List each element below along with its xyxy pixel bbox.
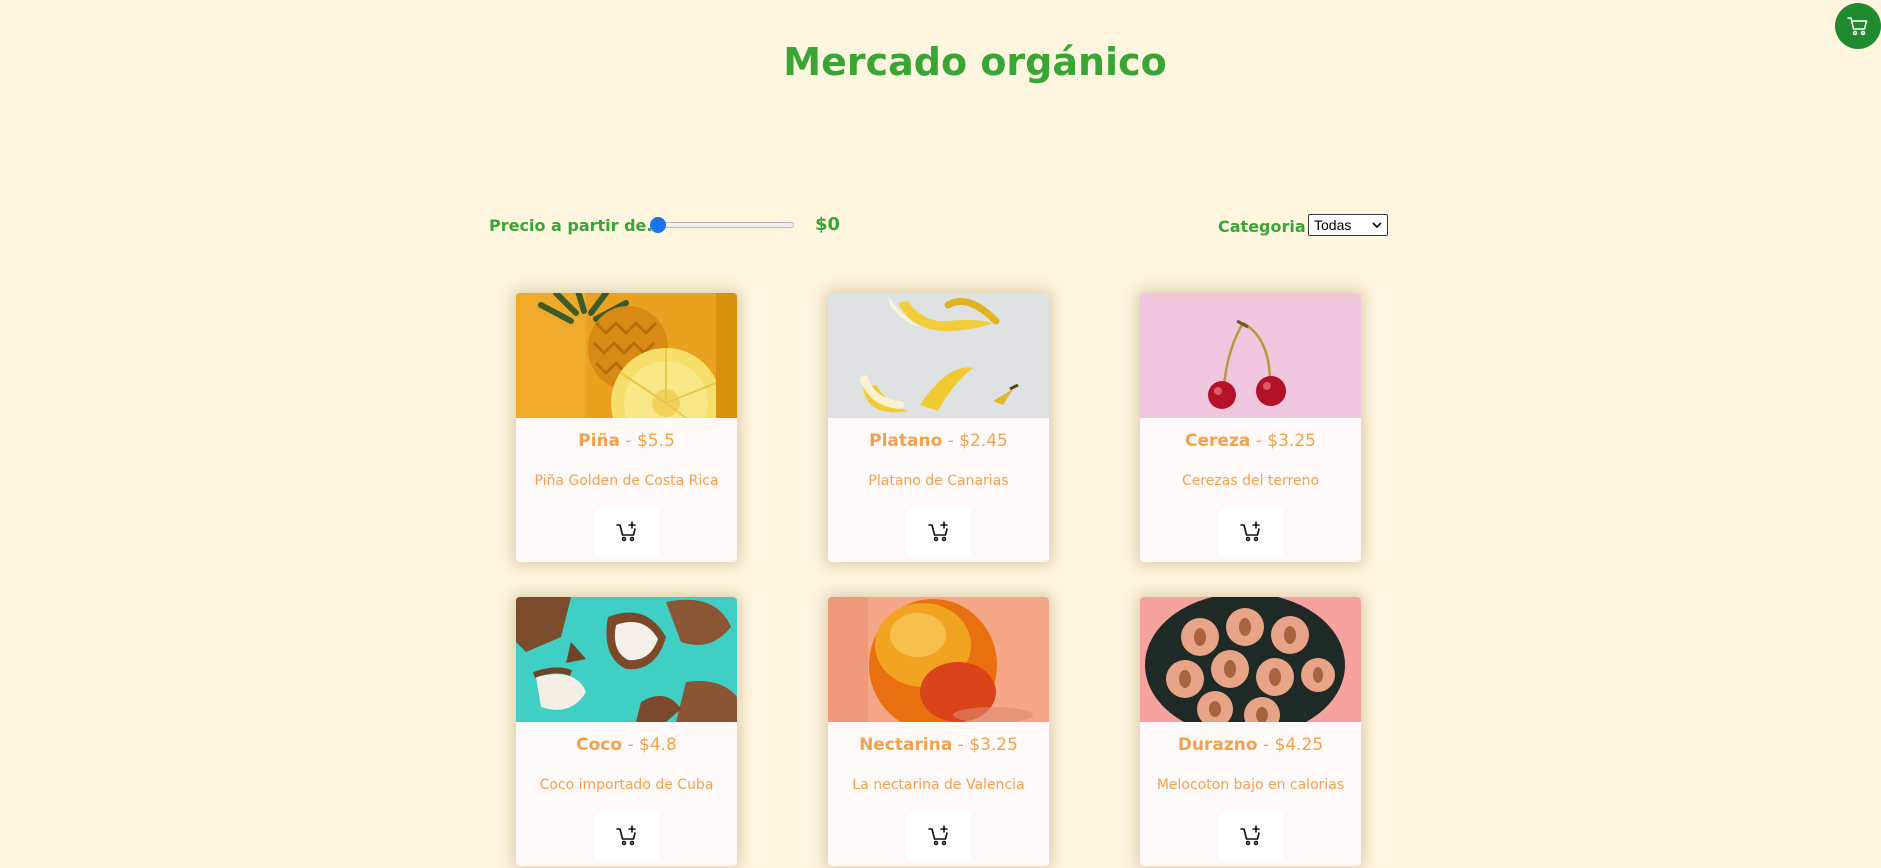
add-to-cart-button[interactable] [907, 508, 971, 556]
price-filter-label: Precio a partir de... [489, 216, 665, 235]
product-card: Cereza - $3.25 Cerezas del terreno [1140, 293, 1361, 562]
peach-image [1140, 597, 1361, 722]
price-separator: - [622, 735, 639, 755]
product-title: Piña - $5.5 [516, 431, 737, 451]
product-description: Piña Golden de Costa Rica [534, 473, 719, 489]
product-card: Piña - $5.5 Piña Golden de Costa Rica [516, 293, 737, 562]
product-name: Nectarina [859, 735, 953, 755]
cart-icon [1847, 17, 1868, 36]
add-to-cart-icon [616, 825, 636, 846]
banana-image [828, 293, 1049, 418]
price-separator: - [1250, 431, 1268, 451]
product-card: Nectarina - $3.25 La nectarina de Valenc… [828, 597, 1049, 866]
product-price: $4.8 [639, 735, 677, 755]
product-name: Piña [578, 431, 621, 451]
product-title: Nectarina - $3.25 [828, 735, 1049, 755]
add-to-cart-button[interactable] [595, 812, 659, 860]
price-separator: - [620, 431, 637, 451]
slider-thumb[interactable] [650, 217, 666, 233]
coconut-image [516, 597, 737, 722]
add-to-cart-button[interactable] [595, 508, 659, 556]
add-to-cart-icon [928, 825, 948, 846]
price-filter-value: $0 [815, 214, 841, 235]
add-to-cart-button[interactable] [1219, 812, 1283, 860]
add-to-cart-button[interactable] [1219, 508, 1283, 556]
product-price: $5.5 [636, 431, 675, 451]
pineapple-image [516, 293, 737, 418]
product-title: Coco - $4.8 [516, 735, 737, 755]
product-title: Durazno - $4.25 [1140, 735, 1361, 755]
category-selected-value: Todas [1314, 217, 1352, 233]
product-price: $4.25 [1274, 735, 1324, 755]
product-card: Durazno - $4.25 Melocoton bajo en calori… [1140, 597, 1361, 866]
price-slider[interactable] [650, 216, 794, 234]
product-title: Platano - $2.45 [828, 431, 1049, 451]
product-card: Platano - $2.45 Platano de Canarias [828, 293, 1049, 562]
price-separator: - [952, 735, 970, 755]
product-name: Platano [869, 431, 943, 451]
product-description: Coco importado de Cuba [539, 777, 714, 793]
product-name: Durazno [1177, 735, 1258, 755]
page-title: Mercado orgánico [783, 40, 1167, 84]
category-label: Categoria [1218, 217, 1306, 236]
add-to-cart-icon [1240, 825, 1260, 846]
product-description: Platano de Canarias [868, 473, 1009, 489]
slider-track [650, 222, 794, 228]
chevron-down-icon [1372, 222, 1382, 229]
product-price: $3.25 [969, 735, 1018, 755]
product-description: La nectarina de Valencia [852, 777, 1025, 793]
add-to-cart-icon [1240, 521, 1260, 542]
price-separator: - [1257, 735, 1275, 755]
product-price: $2.45 [959, 431, 1008, 451]
add-to-cart-icon [616, 521, 636, 542]
product-name: Coco [576, 735, 623, 755]
nectarine-image [828, 597, 1049, 722]
category-select[interactable]: Todas [1308, 214, 1388, 236]
product-name: Cereza [1185, 431, 1251, 451]
add-to-cart-icon [928, 521, 948, 542]
product-description: Melocoton bajo en calorias [1156, 777, 1345, 793]
cherry-image [1140, 293, 1361, 418]
product-card: Coco - $4.8 Coco importado de Cuba [516, 597, 737, 866]
product-price: $3.25 [1267, 431, 1316, 451]
price-separator: - [942, 431, 960, 451]
product-title: Cereza - $3.25 [1140, 431, 1361, 451]
product-description: Cerezas del terreno [1181, 473, 1320, 489]
add-to-cart-button[interactable] [907, 812, 971, 860]
